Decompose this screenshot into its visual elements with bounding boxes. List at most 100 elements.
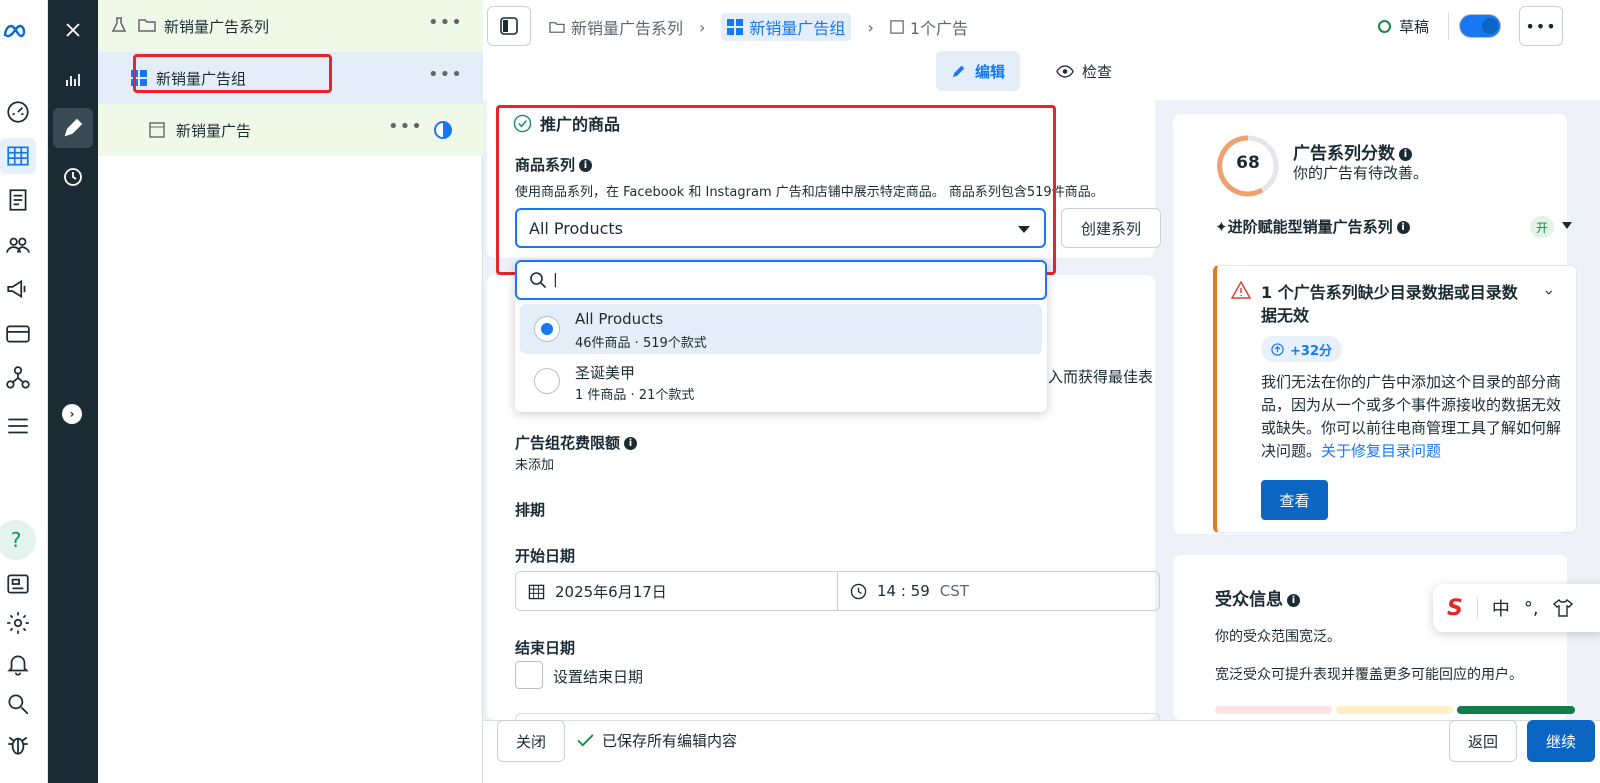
more-actions-button[interactable]: ••• <box>1519 6 1563 46</box>
app-icon-rail: ? <box>0 0 48 783</box>
close-icon[interactable] <box>53 10 93 50</box>
history-clock-icon[interactable] <box>53 157 93 197</box>
highlight-box <box>133 54 332 93</box>
edit-mode-button[interactable]: 编辑 <box>936 51 1020 91</box>
chevron-right-icon: › <box>867 17 874 37</box>
status-label: 草稿 <box>1399 18 1430 36</box>
tree-row-campaign[interactable]: 新销量广告系列 ••• <box>98 0 483 52</box>
radio-unselected-icon <box>534 368 560 394</box>
review-mode-label: 检查 <box>1081 62 1112 81</box>
divider <box>1448 12 1449 40</box>
audience-line1: 你的受众范围宽泛。 <box>1215 629 1341 645</box>
dropdown-option[interactable]: All Products 46件商品 · 519个款式 <box>520 304 1042 354</box>
fix-catalog-link[interactable]: 关于修复目录问题 <box>1321 442 1441 460</box>
advantage-label: ✦进阶赋能型销量广告系列 i <box>1215 216 1410 237</box>
news-icon[interactable] <box>0 566 36 602</box>
audience-title: 受众信息 i <box>1215 585 1300 610</box>
option-name: All Products <box>575 310 664 328</box>
ime-punctuation[interactable]: °, <box>1524 598 1539 619</box>
radio-selected-icon <box>534 316 560 342</box>
close-button[interactable]: 关闭 <box>497 720 565 762</box>
dropdown-option[interactable]: 圣诞美甲 1 件商品 · 21个款式 <box>520 356 1042 406</box>
dropdown-search-input[interactable]: | <box>515 260 1047 300</box>
folder-icon <box>138 17 156 33</box>
audience-meter-broad <box>1457 706 1575 714</box>
billing-card-icon[interactable] <box>0 316 36 352</box>
info-icon[interactable]: i <box>624 437 638 450</box>
info-icon[interactable]: i <box>1287 593 1300 607</box>
view-button[interactable]: 查看 <box>1261 480 1328 520</box>
info-icon[interactable]: i <box>1396 221 1410 234</box>
panel-icon <box>500 17 518 35</box>
pages-icon[interactable] <box>0 182 36 218</box>
delivery-status-icon <box>434 121 452 139</box>
network-icon[interactable] <box>0 360 36 396</box>
chart-icon[interactable] <box>53 60 93 100</box>
search-icon[interactable] <box>0 686 36 722</box>
schedule-title: 排期 <box>515 501 546 519</box>
megaphone-icon[interactable] <box>0 271 36 307</box>
edit-pencil-icon[interactable] <box>53 108 93 148</box>
ime-language[interactable]: 中 <box>1492 595 1510 621</box>
more-options-icon[interactable]: ••• <box>388 116 423 137</box>
toggle-panel-button[interactable] <box>487 6 531 46</box>
edit-mode-label: 编辑 <box>974 62 1005 81</box>
top-bar: 新销量广告系列 › 新销量广告组 › 1个广告 草稿 ••• 编辑 检查 <box>483 0 1600 91</box>
create-set-button[interactable]: 创建系列 <box>1061 208 1161 248</box>
settings-icon[interactable] <box>0 605 36 641</box>
folder-icon <box>549 21 565 33</box>
expand-chevron-icon[interactable]: › <box>62 404 82 424</box>
dropdown-caret-icon[interactable] <box>1562 222 1572 229</box>
spend-limit-value: 未添加 <box>515 458 555 473</box>
sogou-logo-icon[interactable]: S <box>1447 596 1463 621</box>
breadcrumb-campaign[interactable]: 新销量广告系列 <box>571 15 683 39</box>
more-options-icon[interactable]: ••• <box>428 64 463 85</box>
footer-bar: 关闭 已保存所有编辑内容 返回 继续 <box>483 720 1600 783</box>
skin-shirt-icon[interactable] <box>1552 599 1573 617</box>
dashboard-icon[interactable] <box>0 94 36 130</box>
review-mode-button[interactable]: 检查 <box>1039 51 1129 91</box>
breadcrumb-ad[interactable]: 1个广告 <box>910 15 968 39</box>
menu-icon[interactable] <box>0 408 36 444</box>
status-dot-icon <box>1378 20 1391 33</box>
tree-row-ad[interactable]: 新销量广告 ••• <box>98 104 483 156</box>
calendar-icon <box>528 584 545 599</box>
ad-frame-icon <box>149 122 165 138</box>
meta-logo-icon[interactable] <box>0 14 36 50</box>
help-icon[interactable]: ? <box>0 520 36 560</box>
editor-tool-rail: › <box>48 0 98 783</box>
check-icon <box>577 734 594 747</box>
info-icon[interactable]: i <box>1399 147 1412 161</box>
chevron-right-icon: › <box>699 17 706 37</box>
collapse-chevron-icon[interactable]: ‹ <box>1539 289 1558 295</box>
timezone-label: CST <box>939 582 969 600</box>
continue-button[interactable]: 继续 <box>1527 720 1595 762</box>
bug-report-icon[interactable] <box>0 726 36 762</box>
campaigns-table-icon[interactable] <box>0 138 36 174</box>
back-button[interactable]: 返回 <box>1449 720 1517 762</box>
alert-title: 1 个广告系列缺少目录数据或目录数据无效 <box>1261 283 1518 325</box>
save-status: 已保存所有编辑内容 <box>577 730 737 751</box>
more-options-icon[interactable]: ••• <box>428 12 463 33</box>
warning-icon <box>1231 281 1251 299</box>
start-date-time-field: 2025年6月17日 14 : 59 CST <box>515 571 1160 611</box>
audiences-icon[interactable] <box>0 227 36 263</box>
breadcrumb: 新销量广告系列 › 新销量广告组 › 1个广告 <box>549 13 968 41</box>
audience-meter-mid <box>1336 706 1453 714</box>
start-time-input[interactable]: 14 : 59 CST <box>838 572 1160 610</box>
draft-toggle[interactable] <box>1459 14 1501 38</box>
end-date-checkbox[interactable] <box>515 661 543 689</box>
notifications-bell-icon[interactable] <box>0 646 36 682</box>
tree-campaign-name: 新销量广告系列 <box>164 18 270 36</box>
spend-limit-label: 广告组花费限额 i <box>515 432 638 453</box>
save-status-text: 已保存所有编辑内容 <box>602 732 738 750</box>
audience-meter-narrow <box>1215 706 1332 714</box>
audience-title-text: 受众信息 <box>1215 590 1283 610</box>
highlight-box <box>496 105 1056 275</box>
start-date-value: 2025年6月17日 <box>555 582 667 601</box>
eye-icon <box>1056 64 1074 78</box>
start-date-input[interactable]: 2025年6月17日 <box>516 572 838 610</box>
option-meta: 1 件商品 · 21个款式 <box>575 388 695 403</box>
breadcrumb-adset[interactable]: 新销量广告组 <box>721 13 852 41</box>
start-time-value: 14 : 59 <box>877 582 930 600</box>
